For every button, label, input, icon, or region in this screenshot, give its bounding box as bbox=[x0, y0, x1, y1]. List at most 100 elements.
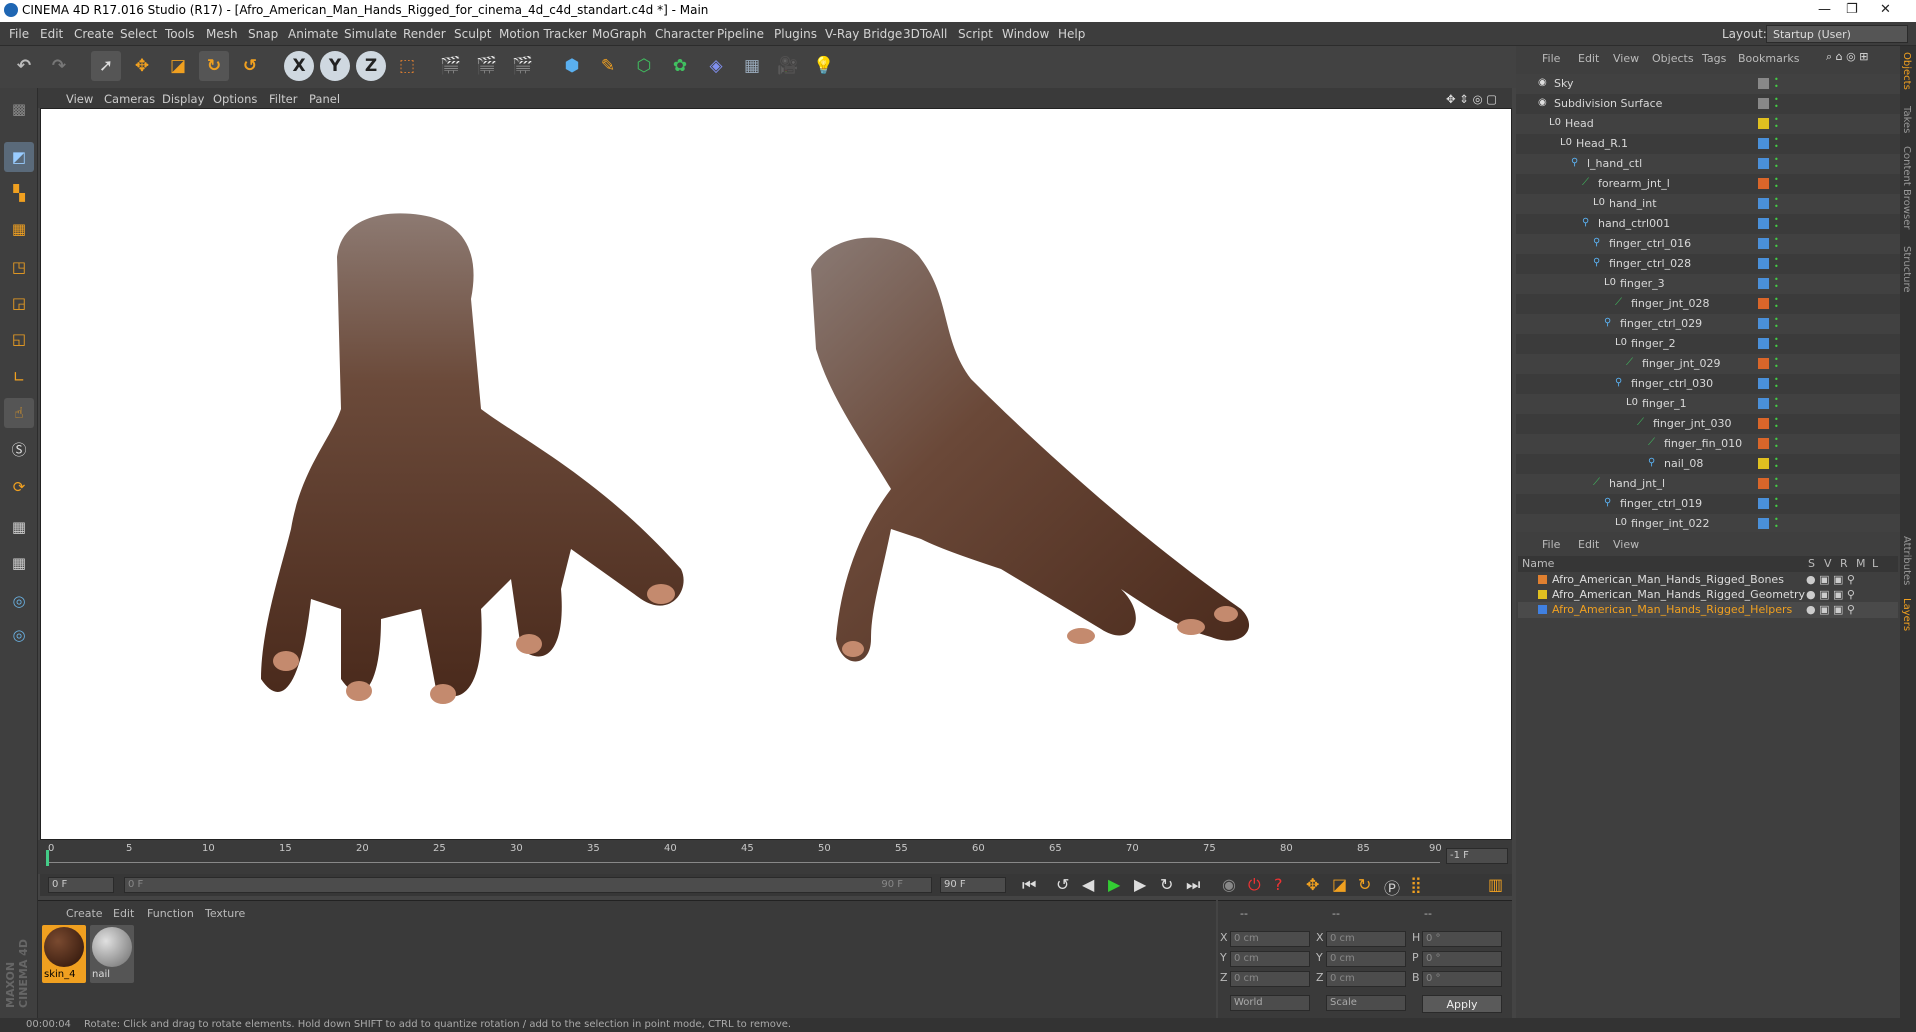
pos-z-field[interactable]: 0 cm bbox=[1230, 971, 1310, 987]
layer-flags-icon[interactable]: ● ▣ ▣ ⚲ bbox=[1806, 573, 1855, 586]
layer-color-tag[interactable] bbox=[1758, 258, 1769, 269]
autokey-icon[interactable]: ⏻ bbox=[1248, 875, 1261, 895]
menu-help[interactable]: Help bbox=[1058, 27, 1085, 41]
object-row[interactable]: ⚲ finger_ctrl_016 • • bbox=[1516, 234, 1900, 254]
goto-end-icon[interactable]: ⏭ bbox=[1186, 875, 1200, 895]
tab-layers[interactable]: Layers bbox=[1901, 598, 1912, 631]
layer-color-tag[interactable] bbox=[1758, 438, 1769, 449]
material-skin4[interactable]: skin_4 bbox=[42, 925, 86, 983]
texture-mode-icon[interactable]: ▚ bbox=[4, 178, 34, 208]
tweak-mode-icon[interactable]: ☝ bbox=[4, 398, 34, 428]
layer-flags-icon[interactable]: ● ▣ ▣ ⚲ bbox=[1806, 603, 1855, 616]
layer-color-tag[interactable] bbox=[1758, 78, 1769, 89]
layer-color-tag[interactable] bbox=[1758, 418, 1769, 429]
current-frame-field[interactable]: -1 F bbox=[1446, 848, 1508, 864]
end-frame-field[interactable]: 90 F bbox=[940, 877, 1006, 893]
object-row[interactable]: ◉ Sky • • bbox=[1516, 74, 1900, 94]
layout-select[interactable]: Startup (User) bbox=[1766, 25, 1908, 43]
undo-icon[interactable]: ↶ bbox=[9, 51, 39, 81]
material-menu-function[interactable]: Function bbox=[147, 907, 194, 920]
object-row[interactable]: ⚲ finger_ctrl_028 • • bbox=[1516, 254, 1900, 274]
render-picture-viewer-icon[interactable]: 🎬 bbox=[472, 51, 502, 81]
playhead[interactable] bbox=[46, 850, 49, 866]
obj-menu-tags[interactable]: Tags bbox=[1702, 52, 1726, 65]
scale-icon[interactable]: ◪ bbox=[163, 51, 193, 81]
object-row[interactable]: L0 Head • • bbox=[1516, 114, 1900, 134]
cloner-icon[interactable]: ✿ bbox=[665, 51, 695, 81]
menu-tools[interactable]: Tools bbox=[165, 27, 195, 41]
layer-color-swatch[interactable] bbox=[1538, 605, 1547, 614]
visibility-dots-icon[interactable]: • • bbox=[1774, 276, 1779, 291]
visibility-dots-icon[interactable]: • • bbox=[1774, 496, 1779, 511]
visibility-dots-icon[interactable]: • • bbox=[1774, 76, 1779, 91]
obj-menu-file[interactable]: File bbox=[1542, 52, 1560, 65]
menu-snap[interactable]: Snap bbox=[248, 27, 278, 41]
layer-color-tag[interactable] bbox=[1758, 198, 1769, 209]
tab-takes[interactable]: Takes bbox=[1901, 106, 1912, 133]
visibility-dots-icon[interactable]: • • bbox=[1774, 476, 1779, 491]
object-row[interactable]: ⟋ finger_jnt_028 • • bbox=[1516, 294, 1900, 314]
layer-color-tag[interactable] bbox=[1758, 378, 1769, 389]
size-y-field[interactable]: 0 cm bbox=[1326, 951, 1406, 967]
object-row[interactable]: ⟋ finger_fin_010 • • bbox=[1516, 434, 1900, 454]
3d-viewport[interactable] bbox=[40, 108, 1512, 840]
layer-color-tag[interactable] bbox=[1758, 338, 1769, 349]
object-row[interactable]: L0 finger_3 • • bbox=[1516, 274, 1900, 294]
visibility-dots-icon[interactable]: • • bbox=[1774, 176, 1779, 191]
layer-color-tag[interactable] bbox=[1758, 498, 1769, 509]
scale-select[interactable]: Scale bbox=[1326, 995, 1406, 1011]
material-nail[interactable]: nail bbox=[90, 925, 134, 983]
redo-icon[interactable]: ↷ bbox=[44, 51, 74, 81]
model-mode-icon[interactable]: ◩ bbox=[4, 142, 34, 172]
size-z-field[interactable]: 0 cm bbox=[1326, 971, 1406, 987]
visibility-dots-icon[interactable]: • • bbox=[1774, 376, 1779, 391]
prev-key-icon[interactable]: ↺ bbox=[1056, 875, 1069, 894]
layer-color-tag[interactable] bbox=[1758, 118, 1769, 129]
camera-icon[interactable]: 🎥 bbox=[773, 51, 803, 81]
viewport-menu-filter[interactable]: Filter bbox=[269, 92, 297, 106]
layer-color-tag[interactable] bbox=[1758, 218, 1769, 229]
menu-render[interactable]: Render bbox=[403, 27, 446, 41]
points-mode-icon[interactable]: ◳ bbox=[4, 252, 34, 282]
layer-color-tag[interactable] bbox=[1758, 458, 1769, 469]
live-selection-icon[interactable]: ➚ bbox=[91, 51, 121, 81]
material-menu-edit[interactable]: Edit bbox=[113, 907, 134, 920]
visibility-dots-icon[interactable]: • • bbox=[1774, 396, 1779, 411]
key-scale-icon[interactable]: ◪ bbox=[1332, 875, 1347, 894]
apply-button[interactable]: Apply bbox=[1422, 995, 1502, 1013]
menu-mograph[interactable]: MoGraph bbox=[592, 27, 647, 41]
rot-b-field[interactable]: 0 ° bbox=[1422, 971, 1502, 987]
layer-color-tag[interactable] bbox=[1758, 318, 1769, 329]
menu-animate[interactable]: Animate bbox=[288, 27, 338, 41]
viewport-menu-panel[interactable]: Panel bbox=[309, 92, 340, 106]
coordinate-system-icon[interactable]: ⬚ bbox=[392, 51, 422, 81]
workplane-mode-icon[interactable]: ▦ bbox=[4, 214, 34, 244]
obj-menu-edit[interactable]: Edit bbox=[1578, 52, 1599, 65]
object-row[interactable]: ⟋ finger_jnt_029 • • bbox=[1516, 354, 1900, 374]
snap-icon[interactable]: ⟳ bbox=[4, 472, 34, 502]
light-icon[interactable]: 💡 bbox=[809, 51, 839, 81]
pos-y-field[interactable]: 0 cm bbox=[1230, 951, 1310, 967]
deformer-icon[interactable]: ◈ bbox=[701, 51, 731, 81]
layer-color-tag[interactable] bbox=[1758, 298, 1769, 309]
layer-color-tag[interactable] bbox=[1758, 158, 1769, 169]
visibility-dots-icon[interactable]: • • bbox=[1774, 436, 1779, 451]
viewport-menu-view[interactable]: View bbox=[66, 92, 93, 106]
close-icon[interactable]: ✕ bbox=[1880, 2, 1891, 17]
planar-workplane-icon[interactable]: ▦ bbox=[4, 548, 34, 578]
start-frame-field[interactable]: 0 F bbox=[48, 877, 114, 893]
object-row[interactable]: ⚲ finger_ctrl_029 • • bbox=[1516, 314, 1900, 334]
viewport-navigation-icon[interactable]: ✥ ⇕ ◎ ▢ bbox=[1446, 92, 1497, 106]
rotate-icon[interactable]: ↻ bbox=[199, 51, 229, 81]
record-icon[interactable]: ◉ bbox=[1222, 875, 1236, 894]
polygons-mode-icon[interactable]: ◱ bbox=[4, 324, 34, 354]
layer-color-tag[interactable] bbox=[1758, 478, 1769, 489]
visibility-dots-icon[interactable]: • • bbox=[1774, 156, 1779, 171]
visibility-dots-icon[interactable]: • • bbox=[1774, 356, 1779, 371]
visibility-dots-icon[interactable]: • • bbox=[1774, 136, 1779, 151]
range-slider[interactable]: 0 F 90 F bbox=[124, 877, 932, 893]
visibility-dots-icon[interactable]: • • bbox=[1774, 416, 1779, 431]
goto-start-icon[interactable]: ⏮ bbox=[1022, 875, 1036, 895]
render-view-icon[interactable]: 🎬 bbox=[436, 51, 466, 81]
prev-frame-icon[interactable]: ◀ bbox=[1082, 875, 1094, 894]
